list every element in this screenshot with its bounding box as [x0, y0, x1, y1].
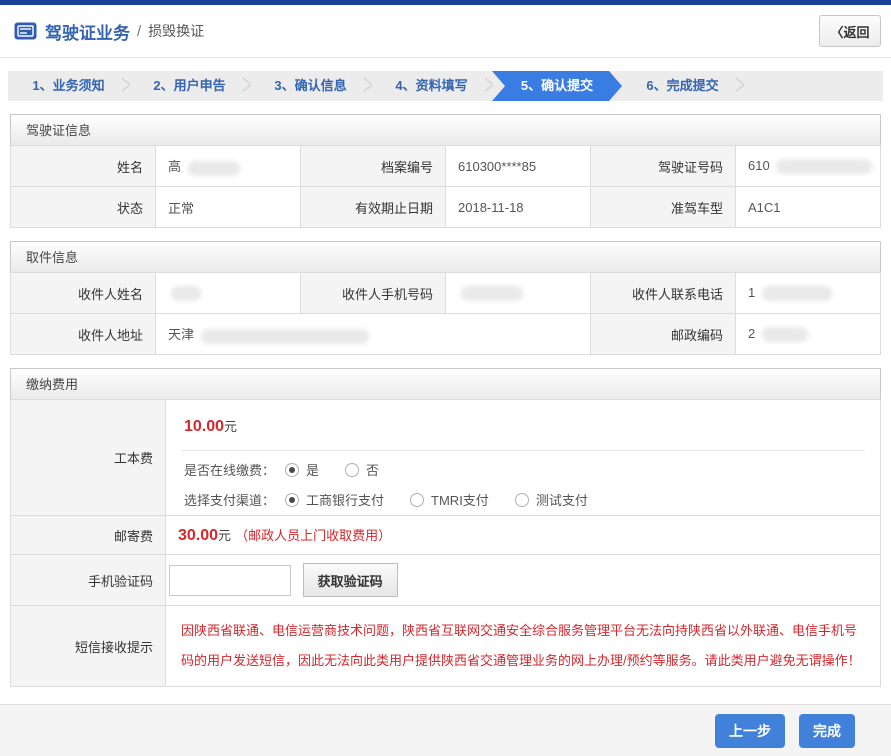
field-value: 610 — [736, 146, 881, 187]
pay-channel-icbc[interactable]: 工商银行支付 — [285, 490, 384, 509]
finish-button[interactable]: 完成 — [799, 714, 855, 748]
redacted-value — [171, 286, 201, 301]
fee-table: 工本费 10.00元 是否在线缴费： 是 否 — [10, 399, 881, 687]
redacted-value — [188, 161, 240, 176]
card-fee-amount: 10.00元 — [181, 404, 865, 451]
step-5-confirm-submit-active[interactable]: 5、确认提交 — [492, 71, 622, 101]
page-title: 驾驶证业务 — [45, 19, 130, 44]
redacted-value — [461, 286, 523, 301]
license-section-title: 驾驶证信息 — [10, 114, 881, 146]
radio-icon[interactable] — [345, 463, 359, 477]
table-row: 收件人姓名 收件人手机号码 收件人联系电话 1 — [11, 273, 881, 314]
sms-notice-text: 因陕西省联通、电信运营商技术问题，陕西省互联网交通安全综合服务管理平台无法向持陕… — [181, 616, 865, 676]
step-3-confirm-info[interactable]: 3、确认信息 > — [250, 71, 371, 101]
breadcrumb-current: 损毁换证 — [148, 21, 204, 41]
field-label: 驾驶证号码 — [591, 146, 736, 187]
online-pay-row: 是否在线缴费： 是 否 — [181, 451, 865, 481]
step-separator-icon: > — [734, 66, 746, 104]
redacted-value — [762, 327, 808, 342]
sms-code-input[interactable] — [169, 565, 291, 596]
field-label: 收件人手机号码 — [301, 273, 446, 314]
license-business-icon — [14, 22, 37, 40]
card-fee-value: 10.00 — [184, 418, 224, 435]
back-button[interactable]: 〈返回 — [819, 15, 881, 47]
step-2-user-declaration[interactable]: 2、用户申告 > — [129, 71, 250, 101]
fee-section: 缴纳费用 工本费 10.00元 是否在线缴费： 是 — [10, 368, 881, 687]
online-pay-question: 是否在线缴费： — [184, 460, 275, 479]
field-label: 状态 — [11, 187, 156, 228]
field-label: 工本费 — [11, 400, 166, 516]
table-row: 工本费 10.00元 是否在线缴费： 是 否 — [11, 400, 881, 516]
field-value: 高 — [156, 146, 301, 187]
footer-action-bar: 上一步 完成 — [0, 704, 891, 756]
redacted-value — [776, 159, 872, 174]
redacted-value — [762, 286, 832, 301]
redacted-value — [201, 329, 369, 344]
field-label: 邮寄费 — [11, 516, 166, 555]
radio-icon[interactable] — [285, 493, 299, 507]
page-header: 驾驶证业务 / 损毁换证 〈返回 — [0, 5, 891, 58]
field-label: 收件人地址 — [11, 314, 156, 355]
pay-channel-question: 选择支付渠道： — [184, 490, 275, 509]
pickup-info-section: 取件信息 收件人姓名 收件人手机号码 收件人联系电话 1 收件人地址 天津 — [10, 241, 881, 355]
field-label: 姓名 — [11, 146, 156, 187]
radio-icon[interactable] — [285, 463, 299, 477]
field-label: 有效期止日期 — [301, 187, 446, 228]
mail-fee-cell: 30.00元（邮政人员上门收取费用） — [166, 516, 881, 555]
field-label: 邮政编码 — [591, 314, 736, 355]
field-value: 2018-11-18 — [446, 187, 591, 228]
step-4-fill-materials[interactable]: 4、资料填写 > — [371, 71, 492, 101]
field-value: 1 — [736, 273, 881, 314]
step-1-business-notice[interactable]: 1、业务须知 > — [8, 71, 129, 101]
table-row: 短信接收提示 因陕西省联通、电信运营商技术问题，陕西省互联网交通安全综合服务管理… — [11, 606, 881, 687]
pay-channel-row: 选择支付渠道： 工商银行支付 TMRI支付 测试支付 — [181, 481, 865, 511]
field-value: 610300****85 — [446, 146, 591, 187]
step-navigation: 1、业务须知 > 2、用户申告 > 3、确认信息 > 4、资料填写 > 5、确认… — [8, 71, 883, 101]
field-label: 收件人联系电话 — [591, 273, 736, 314]
mail-fee-value: 30.00 — [178, 527, 218, 544]
table-row: 状态 正常 有效期止日期 2018-11-18 准驾车型 A1C1 — [11, 187, 881, 228]
field-value: 天津 — [156, 314, 591, 355]
fee-section-title: 缴纳费用 — [10, 368, 881, 400]
radio-icon[interactable] — [410, 493, 424, 507]
table-row: 手机验证码 获取验证码 — [11, 555, 881, 606]
pay-channel-tmri[interactable]: TMRI支付 — [410, 490, 489, 509]
online-pay-option-yes[interactable]: 是 — [285, 460, 319, 479]
pay-channel-test[interactable]: 测试支付 — [515, 490, 588, 509]
field-value: 正常 — [156, 187, 301, 228]
table-row: 收件人地址 天津 邮政编码 2 — [11, 314, 881, 355]
mail-fee-note: （邮政人员上门收取费用） — [235, 528, 391, 543]
online-pay-option-no[interactable]: 否 — [345, 460, 379, 479]
field-value: 2 — [736, 314, 881, 355]
card-fee-cell: 10.00元 是否在线缴费： 是 否 选择支 — [166, 400, 881, 516]
field-label: 手机验证码 — [11, 555, 166, 606]
field-label: 准驾车型 — [591, 187, 736, 228]
step-6-complete-submit[interactable]: 6、完成提交 > — [622, 71, 743, 101]
prev-step-button[interactable]: 上一步 — [715, 714, 785, 748]
table-row: 姓名 高 档案编号 610300****85 驾驶证号码 610 — [11, 146, 881, 187]
pickup-info-table: 收件人姓名 收件人手机号码 收件人联系电话 1 收件人地址 天津 邮政编码 — [10, 272, 881, 355]
field-value: A1C1 — [736, 187, 881, 228]
field-label: 短信接收提示 — [11, 606, 166, 687]
sms-notice-cell: 因陕西省联通、电信运营商技术问题，陕西省互联网交通安全综合服务管理平台无法向持陕… — [166, 606, 881, 687]
license-info-section: 驾驶证信息 姓名 高 档案编号 610300****85 驾驶证号码 610 状… — [10, 114, 881, 228]
get-code-button[interactable]: 获取验证码 — [303, 563, 398, 597]
license-info-table: 姓名 高 档案编号 610300****85 驾驶证号码 610 状态 正常 有… — [10, 145, 881, 228]
table-row: 邮寄费 30.00元（邮政人员上门收取费用） — [11, 516, 881, 555]
field-value — [156, 273, 301, 314]
radio-icon[interactable] — [515, 493, 529, 507]
breadcrumb-separator: / — [137, 23, 141, 40]
field-label: 收件人姓名 — [11, 273, 156, 314]
field-label: 档案编号 — [301, 146, 446, 187]
step-bar-filler — [743, 71, 883, 101]
field-value — [446, 273, 591, 314]
sms-code-cell: 获取验证码 — [166, 555, 881, 606]
pickup-section-title: 取件信息 — [10, 241, 881, 273]
